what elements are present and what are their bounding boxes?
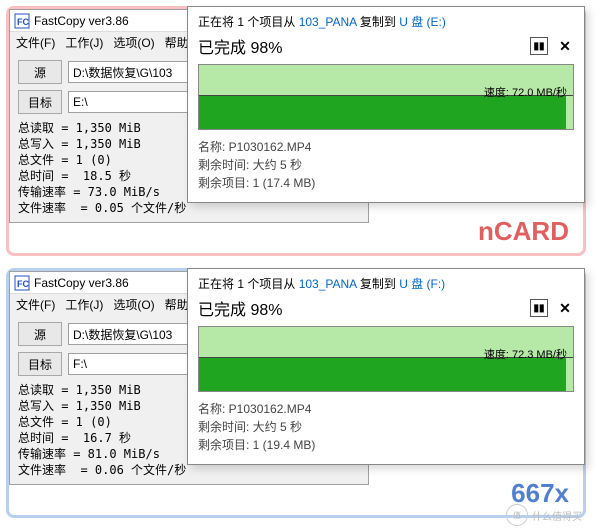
pause-button[interactable]: ▮▮ — [530, 37, 548, 55]
menu-work[interactable]: 工作(J) — [65, 34, 103, 50]
time-remaining-line: 剩余时间: 大约 5 秒 — [198, 156, 574, 174]
source-button[interactable]: 源 — [18, 322, 62, 346]
menu-option[interactable]: 选项(O) — [113, 34, 154, 50]
source-button[interactable]: 源 — [18, 60, 62, 84]
copy-dest-link[interactable]: U 盘 (E:) — [399, 15, 446, 29]
svg-text:FC: FC — [17, 17, 29, 27]
copy-dialog-top: 正在将 1 个项目从 103_PANA 复制到 U 盘 (E:) 已完成 98%… — [187, 6, 585, 203]
close-button[interactable]: ✕ — [556, 299, 574, 317]
target-button[interactable]: 目标 — [18, 90, 62, 114]
file-name-line: 名称: P1030162.MP4 — [198, 138, 574, 156]
target-button[interactable]: 目标 — [18, 352, 62, 376]
copy-meta: 名称: P1030162.MP4 剩余时间: 大约 5 秒 剩余项目: 1 (1… — [188, 130, 584, 202]
fastcopy-app-icon: FC — [14, 275, 30, 291]
time-remaining-line: 剩余时间: 大约 5 秒 — [198, 418, 574, 436]
watermark-icon: 值 — [506, 504, 528, 526]
card-667x: FC FastCopy ver3.86 文件(F) 工作(J) 选项(O) 帮助… — [6, 268, 586, 518]
copy-source-link[interactable]: 103_PANA — [299, 277, 357, 291]
menu-file[interactable]: 文件(F) — [16, 296, 55, 312]
close-button[interactable]: ✕ — [556, 37, 574, 55]
fastcopy-title: FastCopy ver3.86 — [34, 14, 129, 28]
items-remaining-line: 剩余项目: 1 (19.4 MB) — [198, 436, 574, 454]
speed-label: 速度: 72.3 MB/秒 — [484, 346, 567, 362]
progress-percent: 已完成 98% — [198, 296, 282, 320]
watermark: 值 什么值得买 — [506, 504, 582, 526]
copy-source-link[interactable]: 103_PANA — [299, 15, 357, 29]
pause-button[interactable]: ▮▮ — [530, 299, 548, 317]
card-ncard: FC FastCopy ver3.86 文件(F) 工作(J) 选项(O) 帮助… — [6, 6, 586, 256]
fastcopy-app-icon: FC — [14, 13, 30, 29]
menu-file[interactable]: 文件(F) — [16, 34, 55, 50]
progress-percent: 已完成 98% — [198, 34, 282, 58]
file-name-line: 名称: P1030162.MP4 — [198, 400, 574, 418]
menu-option[interactable]: 选项(O) — [113, 296, 154, 312]
copy-header: 正在将 1 个项目从 103_PANA 复制到 U 盘 (E:) — [188, 7, 584, 32]
fastcopy-title: FastCopy ver3.86 — [34, 276, 129, 290]
items-remaining-line: 剩余项目: 1 (17.4 MB) — [198, 174, 574, 192]
menu-work[interactable]: 工作(J) — [65, 296, 103, 312]
copy-dest-link[interactable]: U 盘 (F:) — [399, 277, 445, 291]
copy-header: 正在将 1 个项目从 103_PANA 复制到 U 盘 (F:) — [188, 269, 584, 294]
card-label-ncard: nCARD — [478, 216, 569, 247]
svg-text:FC: FC — [17, 279, 29, 289]
copy-dialog-bottom: 正在将 1 个项目从 103_PANA 复制到 U 盘 (F:) 已完成 98%… — [187, 268, 585, 465]
speed-label: 速度: 72.0 MB/秒 — [484, 84, 567, 100]
copy-meta: 名称: P1030162.MP4 剩余时间: 大约 5 秒 剩余项目: 1 (1… — [188, 392, 584, 464]
transfer-graph: 速度: 72.3 MB/秒 — [198, 326, 574, 392]
transfer-graph: 速度: 72.0 MB/秒 — [198, 64, 574, 130]
